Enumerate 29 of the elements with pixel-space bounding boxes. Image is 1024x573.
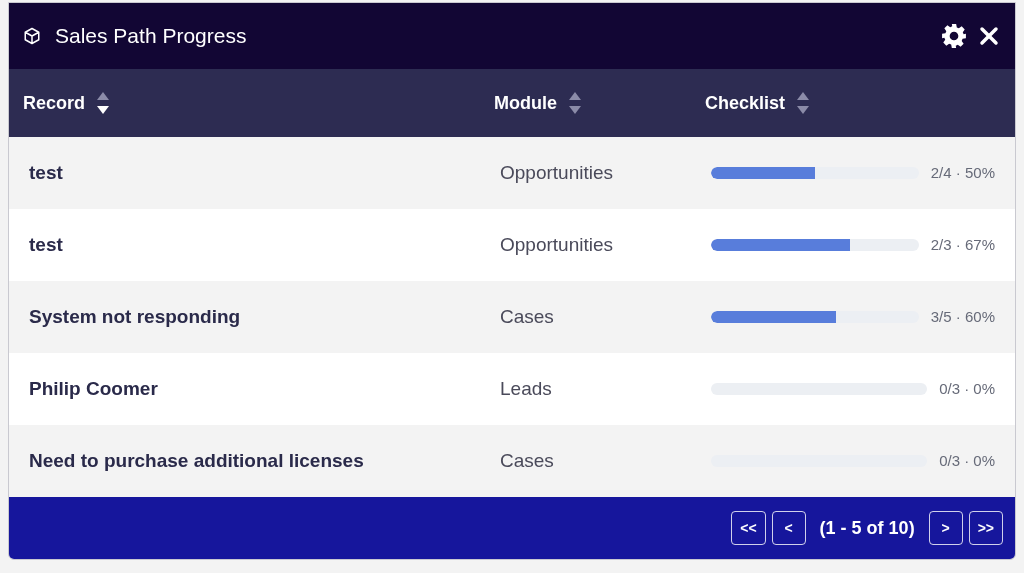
record-name[interactable]: test: [29, 158, 500, 188]
previous-page-button[interactable]: <: [771, 511, 806, 545]
last-page-button[interactable]: >>: [968, 511, 1003, 545]
next-page-button[interactable]: >: [928, 511, 963, 545]
module-name: Opportunities: [500, 232, 614, 257]
module-name: Opportunities: [500, 160, 614, 185]
progress-reading: 3/5 · 60%: [930, 306, 995, 327]
column-header[interactable]: Record: [23, 89, 85, 117]
progress-reading: 0/3 · 0%: [939, 450, 995, 471]
cube-icon: [23, 27, 41, 45]
column-header[interactable]: Checklist: [705, 89, 786, 117]
record-name[interactable]: Need to purchase additional licenses: [29, 446, 500, 476]
record-name[interactable]: System not responding: [29, 302, 500, 332]
module-name: Cases: [500, 448, 555, 473]
record-name[interactable]: Philip Coomer: [29, 374, 500, 404]
page-status: (1 - 5 of 10): [819, 516, 915, 540]
module-name: Leads: [500, 376, 553, 401]
progress-reading: 2/3 · 67%: [930, 234, 995, 255]
module-name: Cases: [500, 304, 555, 329]
settings-icon[interactable]: [941, 23, 967, 49]
sort-icon[interactable]: [97, 92, 109, 114]
record-name[interactable]: test: [29, 230, 500, 260]
progress-reading: 0/3 · 0%: [939, 378, 995, 399]
column-header[interactable]: Module: [494, 89, 557, 117]
table-row[interactable]: Philip Coomer Leads 0/3 · 0%: [9, 353, 1015, 425]
table-row[interactable]: test Opportunities 2/3 · 67%: [9, 209, 1015, 281]
progress-reading: 2/4 · 50%: [930, 162, 995, 183]
window-title: Sales Path Progress: [55, 23, 247, 50]
first-page-button[interactable]: <<: [731, 511, 766, 545]
